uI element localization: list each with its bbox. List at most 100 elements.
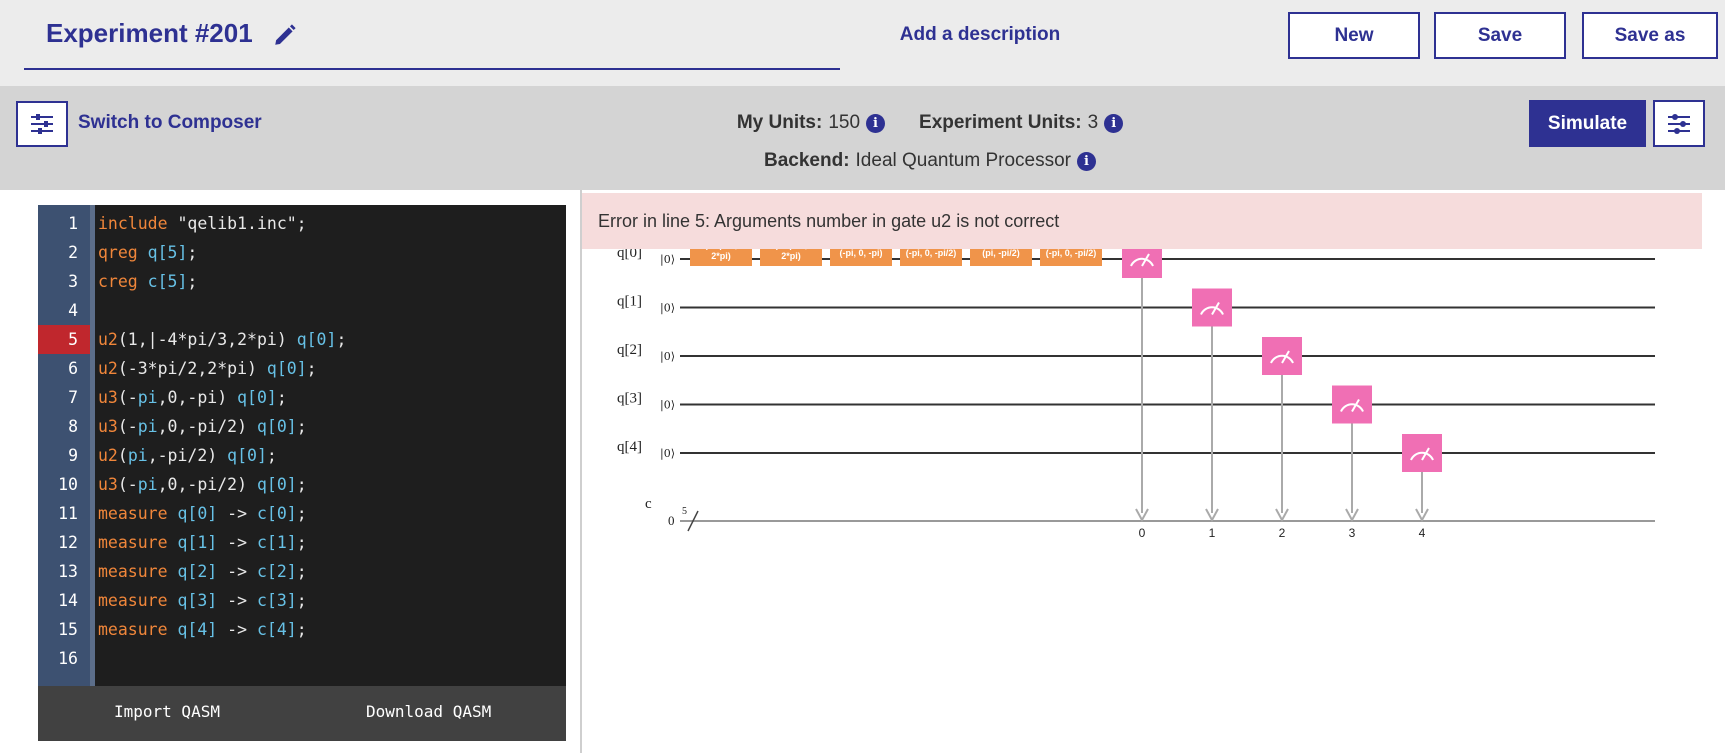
experiment-title[interactable]: Experiment #201	[46, 18, 253, 49]
gate-u3[interactable]: U3(-pi, 0, -pi)	[830, 249, 892, 266]
line-number: 11	[58, 504, 78, 523]
qubit-label: q[0]	[617, 249, 642, 261]
initial-state-label: |0⟩	[660, 253, 675, 267]
line-number: 6	[68, 359, 78, 378]
line-number: 10	[58, 475, 78, 494]
gate-params: (pi, -pi/2)	[982, 249, 1020, 258]
qasm-code-editor[interactable]: 1 include "qelib1.inc"; 2 qreg q[5]; 3 creg c…	[38, 205, 566, 741]
qubit-label: q[1]	[617, 294, 642, 310]
line-number: 3	[68, 272, 78, 291]
backend-value: Ideal Quantum Processor	[855, 150, 1071, 171]
initial-state-label: |0⟩	[660, 447, 675, 461]
classical-bit-label: 2	[1279, 526, 1286, 539]
experiment-units-value: 3	[1087, 112, 1099, 133]
editor-footer: Import QASM Download QASM	[38, 686, 566, 741]
code-line[interactable]: 12 measure q[1] -> c[1];	[38, 528, 566, 557]
error-line-number: 5	[38, 325, 90, 354]
code-text[interactable]: measure q[0] -> c[0];	[98, 499, 307, 528]
line-number: 4	[68, 301, 78, 320]
code-line[interactable]: 3 creg c[5];	[38, 267, 566, 296]
code-text[interactable]: qreg q[5];	[98, 238, 197, 267]
code-line[interactable]: 10 u3(-pi,0,-pi/2) q[0];	[38, 470, 566, 499]
classical-bit-label: 1	[1209, 526, 1216, 539]
save-as-button[interactable]: Save as	[1582, 12, 1718, 59]
pencil-icon[interactable]	[272, 22, 298, 48]
classical-initial: 0	[668, 513, 675, 528]
code-text[interactable]: measure q[4] -> c[4];	[98, 615, 307, 644]
line-number: 14	[58, 591, 78, 610]
code-line[interactable]: 16	[38, 644, 566, 673]
code-line[interactable]: 1 include "qelib1.inc";	[38, 209, 566, 238]
backend-label: Backend:	[764, 150, 850, 171]
code-line[interactable]: 4	[38, 296, 566, 325]
code-text[interactable]: creg c[5];	[98, 267, 197, 296]
line-number: 1	[68, 214, 78, 233]
gate-params: (-3*pi/2,	[775, 249, 808, 250]
line-number: 7	[68, 388, 78, 407]
gate-u2[interactable]: U2(pi, -pi/2)	[970, 249, 1032, 266]
pane-divider[interactable]	[580, 190, 582, 753]
code-line[interactable]: 13 measure q[2] -> c[2];	[38, 557, 566, 586]
line-number: 12	[58, 533, 78, 552]
code-line[interactable]: 7 u3(-pi,0,-pi) q[0];	[38, 383, 566, 412]
code-line[interactable]: 9 u2(pi,-pi/2) q[0];	[38, 441, 566, 470]
measure-gate[interactable]	[1122, 249, 1162, 278]
classical-width: 5	[682, 506, 687, 517]
toolbar: Switch to Composer My Units: 150 i Exper…	[0, 86, 1725, 190]
code-line[interactable]: 2 qreg q[5];	[38, 238, 566, 267]
qubit-label: q[2]	[617, 342, 642, 358]
experiment-header: Experiment #201 Add a description New Sa…	[0, 0, 1725, 86]
code-text[interactable]: u2(pi,-pi/2) q[0];	[98, 441, 277, 470]
initial-state-label: |0⟩	[660, 350, 675, 364]
gate-u3[interactable]: U3(-pi, 0, -pi/2)	[1040, 249, 1102, 266]
switch-to-composer-link[interactable]: Switch to Composer	[78, 112, 262, 134]
qubit-label: q[3]	[617, 391, 642, 407]
info-icon[interactable]: i	[1104, 113, 1124, 133]
code-text[interactable]: u3(-pi,0,-pi/2) q[0];	[98, 412, 307, 441]
qubit-label: q[4]	[617, 439, 642, 455]
add-description-link[interactable]: Add a description	[870, 24, 1090, 46]
code-text[interactable]: u3(-pi,0,-pi) q[0];	[98, 383, 287, 412]
code-line[interactable]: 5 u2(1,|-4*pi/3,2*pi) q[0];	[38, 325, 566, 354]
classical-bit-label: 0	[1139, 526, 1146, 539]
code-text[interactable]: measure q[2] -> c[2];	[98, 557, 307, 586]
code-line[interactable]: 6 u2(-3*pi/2,2*pi) q[0];	[38, 354, 566, 383]
info-icon[interactable]: i	[1076, 151, 1096, 171]
code-text[interactable]: u2(1,|-4*pi/3,2*pi) q[0];	[98, 325, 346, 354]
code-line[interactable]: 15 measure q[4] -> c[4];	[38, 615, 566, 644]
my-units-label: My Units:	[736, 112, 823, 133]
code-line[interactable]: 8 u3(-pi,0,-pi/2) q[0];	[38, 412, 566, 441]
gate-u2[interactable]: U2(-4*pi/3,2*pi)	[690, 249, 752, 266]
gate-u2[interactable]: U2(-3*pi/2,2*pi)	[760, 249, 822, 266]
settings-sliders-icon[interactable]	[1653, 100, 1705, 147]
initial-state-label: |0⟩	[660, 302, 675, 316]
gate-params: (-4*pi/3,	[705, 249, 738, 250]
new-button[interactable]: New	[1288, 12, 1420, 59]
line-number: 9	[68, 446, 78, 465]
info-icon[interactable]: i	[866, 113, 886, 133]
download-qasm-button[interactable]: Download QASM	[366, 702, 491, 721]
line-number: 15	[58, 620, 78, 639]
qasm-editor-page: Experiment #201 Add a description New Sa…	[0, 0, 1725, 753]
line-number: 8	[68, 417, 78, 436]
classical-bit-label: 3	[1349, 526, 1356, 539]
code-text[interactable]: u2(-3*pi/2,2*pi) q[0];	[98, 354, 317, 383]
code-text[interactable]: measure q[3] -> c[3];	[98, 586, 307, 615]
line-number: 2	[68, 243, 78, 262]
gate-params: 2*pi)	[781, 251, 801, 261]
code-text[interactable]: measure q[1] -> c[1];	[98, 528, 307, 557]
code-text[interactable]: u3(-pi,0,-pi/2) q[0];	[98, 470, 307, 499]
gate-params: 2*pi)	[711, 251, 731, 261]
simulate-button[interactable]: Simulate	[1529, 100, 1646, 147]
line-number: 13	[58, 562, 78, 581]
code-text[interactable]: include "qelib1.inc";	[98, 209, 307, 238]
code-line[interactable]: 14 measure q[3] -> c[3];	[38, 586, 566, 615]
initial-state-label: |0⟩	[660, 399, 675, 413]
gate-params: (-pi, 0, -pi)	[840, 249, 883, 258]
code-line[interactable]: 11 measure q[0] -> c[0];	[38, 499, 566, 528]
import-qasm-button[interactable]: Import QASM	[114, 702, 220, 721]
line-number: 16	[58, 649, 78, 668]
gate-u3[interactable]: U3(-pi, 0, -pi/2)	[900, 249, 962, 266]
save-button[interactable]: Save	[1434, 12, 1566, 59]
switch-composer-icon[interactable]	[16, 101, 68, 147]
